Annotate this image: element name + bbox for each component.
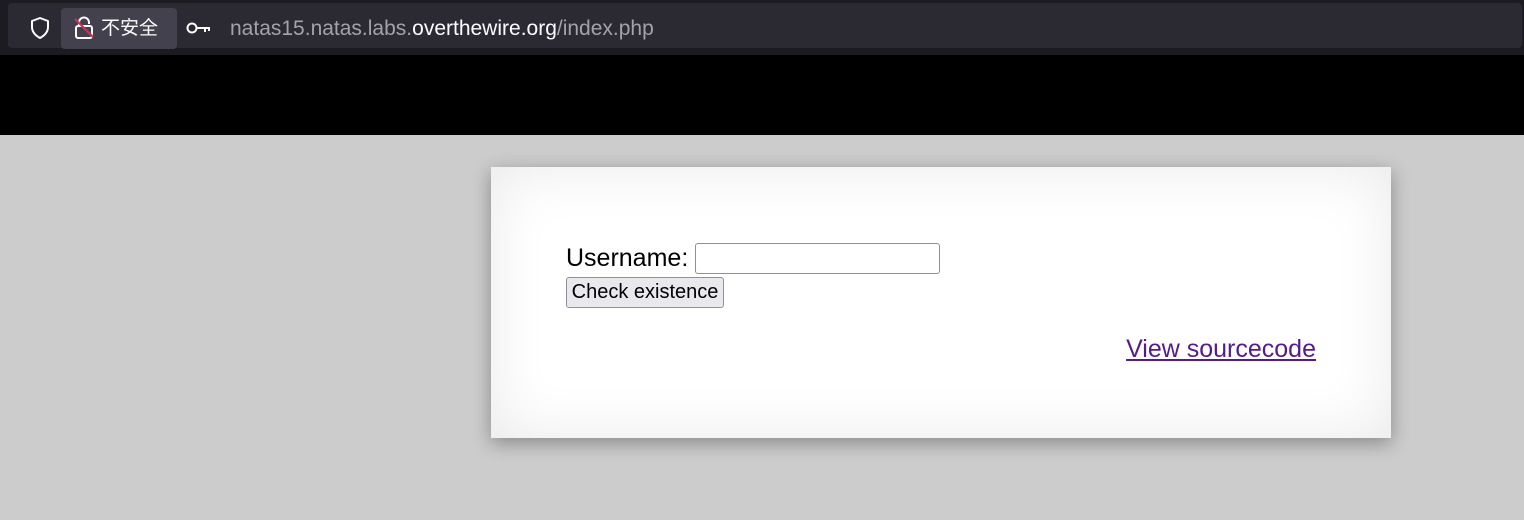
url-path: /index.php: [556, 17, 654, 40]
address-bar[interactable]: 不安全 natas15.natas.labs.overthewire.org/i…: [8, 3, 1522, 49]
url-text[interactable]: natas15.natas.labs.overthewire.org/index…: [230, 16, 654, 42]
browser-toolbar: 不安全 natas15.natas.labs.overthewire.org/i…: [0, 0, 1524, 55]
page-header-bar: [0, 55, 1524, 135]
username-label: Username:: [566, 244, 689, 272]
security-label: 不安全: [101, 17, 159, 39]
username-input[interactable]: [695, 243, 940, 274]
url-prefix: natas15.natas.labs.: [230, 17, 413, 40]
view-sourcecode-link[interactable]: View sourcecode: [1126, 334, 1316, 364]
insecure-lock-icon: [74, 16, 94, 39]
key-icon[interactable]: [186, 19, 212, 37]
url-host: overthewire.org: [412, 17, 557, 40]
shield-icon[interactable]: [28, 16, 52, 40]
content-panel: Username: Check existence View sourcecod…: [491, 167, 1391, 438]
check-existence-button[interactable]: Check existence: [566, 277, 724, 308]
security-indicator[interactable]: 不安全: [61, 8, 177, 49]
